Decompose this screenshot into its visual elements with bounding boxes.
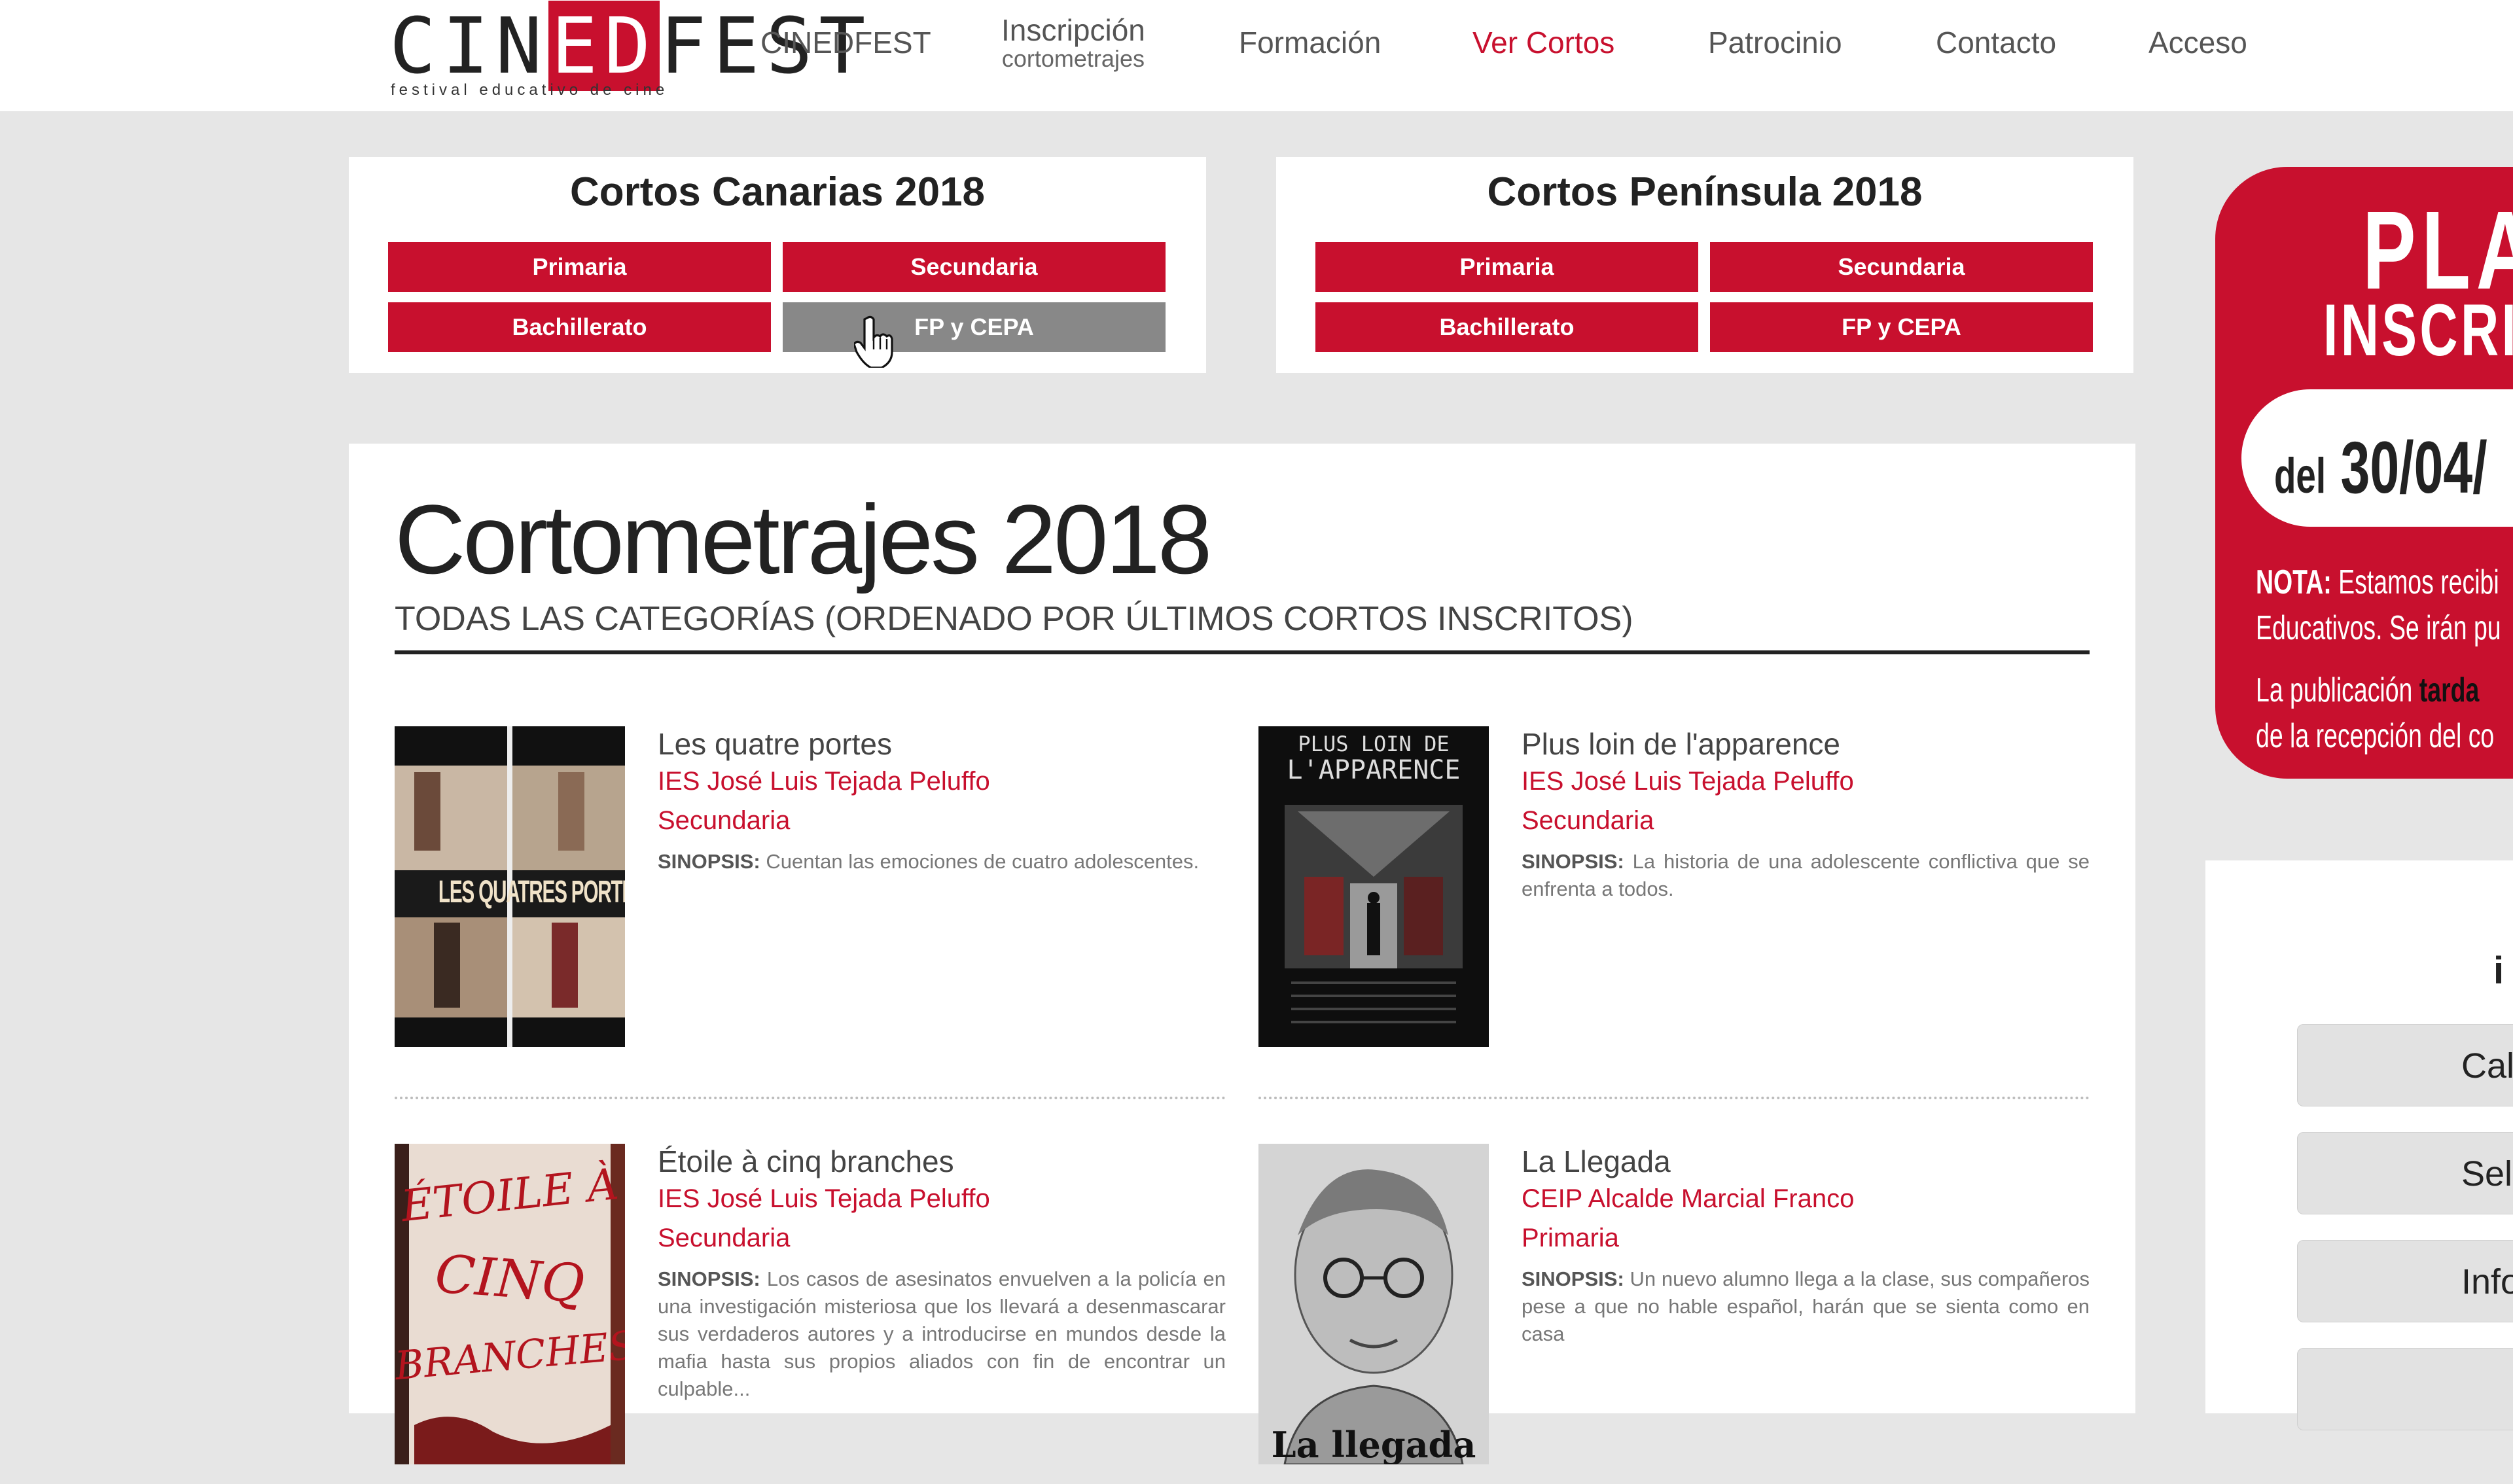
- film-school[interactable]: IES José Luis Tejada Peluffo: [1522, 767, 1854, 796]
- peninsula-fp-cepa-button[interactable]: FP y CEPA: [1710, 302, 2093, 352]
- sidebar-info-button[interactable]: Info: [2297, 1240, 2513, 1322]
- poster-plus-loin-de-lapparence[interactable]: PLUS LOIN DE L'APPARENCE: [1258, 726, 1489, 1047]
- short-film-entry: ÉTOILE À CINQ BRANCHES Étoile à cinq bra…: [395, 1144, 1226, 1484]
- sidebar-heading: i: [2493, 949, 2504, 992]
- short-film-entry: LES QUATRES PORTES Les quatre portes IES…: [395, 726, 1226, 1067]
- canarias-primaria-button[interactable]: Primaria: [388, 242, 771, 292]
- film-synopsis: SINOPSIS: La historia de una adolescente…: [1522, 850, 2090, 900]
- entry-separator: [1258, 1097, 2090, 1099]
- nav-formacion[interactable]: Formación: [1239, 25, 1381, 60]
- short-film-entry: La llegada La Llegada CEIP Alcalde Marci…: [1258, 1144, 2090, 1484]
- poster-les-quatre-portes[interactable]: LES QUATRES PORTES: [395, 726, 625, 1047]
- nav-acceso[interactable]: Acceso: [2148, 25, 2247, 60]
- film-title[interactable]: Étoile à cinq branches: [658, 1144, 954, 1179]
- film-school[interactable]: IES José Luis Tejada Peluffo: [658, 767, 990, 796]
- film-level[interactable]: Primaria: [1522, 1224, 1619, 1253]
- promo-note-publication: La publicación tarda de la recepción del …: [2256, 671, 2495, 755]
- film-synopsis: SINOPSIS: Cuentan las emociones de cuatr…: [658, 850, 1200, 873]
- nav-ver-cortos[interactable]: Ver Cortos: [1472, 25, 1614, 60]
- peninsula-secundaria-button[interactable]: Secundaria: [1710, 242, 2093, 292]
- panel-cortos-peninsula: Cortos Península 2018 Primaria Secundari…: [1276, 157, 2133, 373]
- poster-etoile-a-cinq-branches[interactable]: ÉTOILE À CINQ BRANCHES: [395, 1144, 625, 1464]
- promo-note: NOTA: Estamos recibi Educativos. Se irán …: [2256, 563, 2501, 647]
- title-divider: [395, 650, 2090, 654]
- poster-title-line2: L'APPARENCE: [1287, 755, 1461, 785]
- poster-title-text: La llegada: [1271, 1424, 1476, 1464]
- page-title: Cortometrajes 2018: [395, 484, 1212, 594]
- poster-la-llegada[interactable]: La llegada: [1258, 1144, 1489, 1464]
- peninsula-bachillerato-button[interactable]: Bachillerato: [1315, 302, 1698, 352]
- film-title[interactable]: Les quatre portes: [658, 726, 892, 762]
- film-synopsis: SINOPSIS: Los casos de asesinatos envuel…: [658, 1267, 1226, 1400]
- logo-tagline: festival educativo de cine: [391, 81, 669, 99]
- sidebar-extra-button[interactable]: [2297, 1348, 2513, 1430]
- promo-date: del 30/04/: [2274, 427, 2487, 508]
- nav-inscripcion-sub: cortometrajes: [1001, 45, 1145, 72]
- registration-promo-banner[interactable]: PLAZ INSCRIP del 30/04/ NOTA: Estamos re…: [2215, 167, 2513, 779]
- poster-title-line1: PLUS LOIN DE: [1298, 732, 1450, 756]
- page-subtitle: TODAS LAS CATEGORÍAS (ORDENADO POR ÚLTIM…: [395, 600, 1633, 638]
- film-school[interactable]: CEIP Alcalde Marcial Franco: [1522, 1184, 1854, 1214]
- nav-contacto[interactable]: Contacto: [1936, 25, 2056, 60]
- short-film-entry: PLUS LOIN DE L'APPARENCE Plus loin de l'…: [1258, 726, 2090, 1067]
- nav-cinedfest[interactable]: CINEDFEST: [760, 25, 931, 60]
- film-school[interactable]: IES José Luis Tejada Peluffo: [658, 1184, 990, 1214]
- canarias-secundaria-button[interactable]: Secundaria: [783, 242, 1166, 292]
- promo-subtitle: INSCRIP: [2323, 289, 2513, 371]
- sidebar-calendar-button[interactable]: Cale: [2297, 1024, 2513, 1106]
- canarias-bachillerato-button[interactable]: Bachillerato: [388, 302, 771, 352]
- cinedfest-logo[interactable]: CINEDFEST festival educativo de cine: [389, 1, 865, 99]
- nav-inscripcion[interactable]: Inscripción cortometrajes: [1001, 14, 1145, 72]
- sidebar-select-button[interactable]: Sele: [2297, 1132, 2513, 1214]
- film-synopsis: SINOPSIS: Un nuevo alumno llega a la cla…: [1522, 1267, 2090, 1345]
- canarias-fp-cepa-button[interactable]: FP y CEPA: [783, 302, 1166, 352]
- peninsula-primaria-button[interactable]: Primaria: [1315, 242, 1698, 292]
- film-level[interactable]: Secundaria: [1522, 806, 1654, 836]
- panel-cortos-canarias: Cortos Canarias 2018 Primaria Secundaria…: [349, 157, 1206, 373]
- panel-title: Cortos Península 2018: [1487, 169, 1923, 215]
- film-title[interactable]: La Llegada: [1522, 1144, 1671, 1179]
- poster-title-text: LES QUATRES PORTES: [438, 875, 625, 910]
- nav-patrocinio[interactable]: Patrocinio: [1708, 25, 1842, 60]
- site-header: CINEDFEST festival educativo de cine CIN…: [0, 0, 2513, 111]
- film-level[interactable]: Secundaria: [658, 1224, 790, 1253]
- film-level[interactable]: Secundaria: [658, 806, 790, 836]
- hand-cursor-icon: [854, 315, 893, 368]
- main-content: Cortometrajes 2018 TODAS LAS CATEGORÍAS …: [349, 444, 2135, 1464]
- film-title[interactable]: Plus loin de l'apparence: [1522, 726, 1840, 762]
- panel-title: Cortos Canarias 2018: [569, 169, 986, 215]
- entry-separator: [395, 1097, 1226, 1099]
